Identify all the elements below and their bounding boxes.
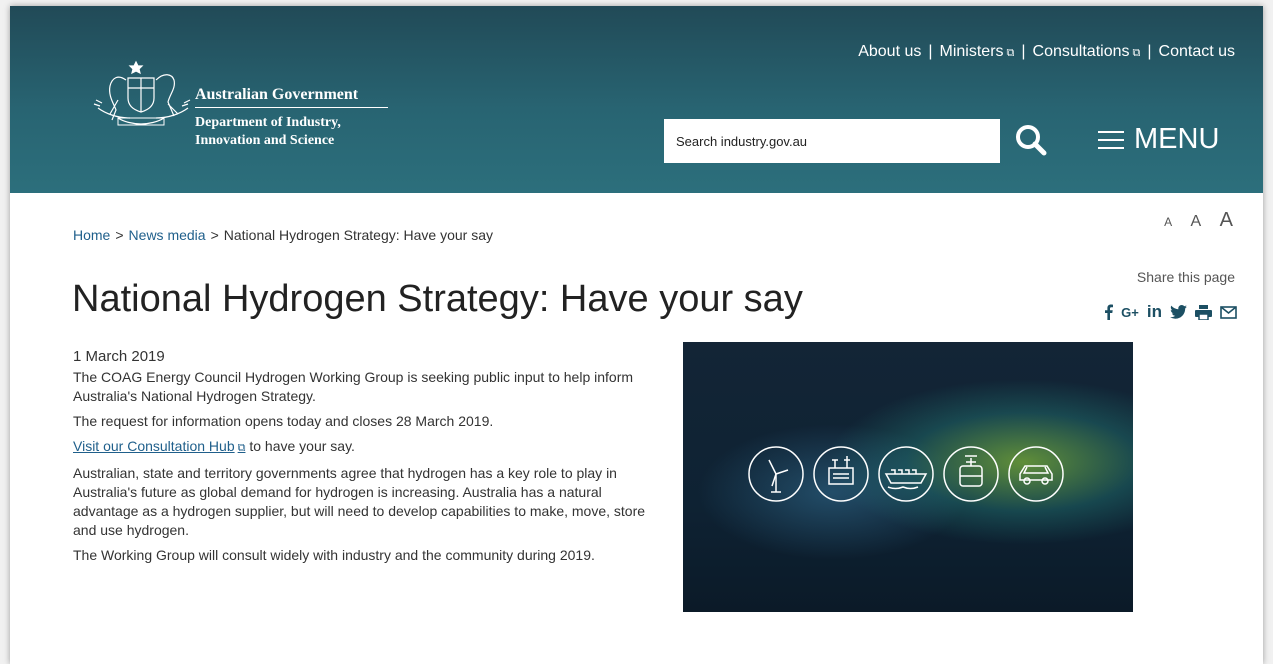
menu-label: MENU xyxy=(1134,123,1220,155)
text-size-small[interactable]: A xyxy=(1164,215,1172,229)
nav-ministers-label: Ministers xyxy=(939,43,1004,60)
breadcrumb-separator: > xyxy=(210,227,219,243)
breadcrumb-home[interactable]: Home xyxy=(73,227,110,243)
search-input[interactable] xyxy=(664,119,1000,163)
hero-image xyxy=(683,342,1133,612)
twitter-icon[interactable] xyxy=(1170,305,1187,319)
page-title: National Hydrogen Strategy: Have your sa… xyxy=(72,278,803,320)
electrolyser-icon xyxy=(813,446,869,502)
external-link-icon: ⧉ xyxy=(1006,47,1015,59)
wind-turbine-icon xyxy=(748,446,804,502)
breadcrumb-news-media[interactable]: News media xyxy=(129,227,206,243)
google-plus-icon[interactable]: G+ xyxy=(1121,305,1139,320)
article-body: 1 March 2019 The COAG Energy Council Hyd… xyxy=(73,347,663,571)
ship-icon xyxy=(878,446,934,502)
link-suffix: to have your say. xyxy=(245,438,355,454)
email-icon[interactable] xyxy=(1220,305,1237,319)
text-size-medium[interactable]: A xyxy=(1191,213,1202,230)
logo-divider xyxy=(195,107,388,108)
share-label: Share this page xyxy=(1136,269,1235,285)
coat-of-arms-icon xyxy=(93,60,191,126)
dept-name: Department of Industry, Innovation and S… xyxy=(195,115,341,148)
article-date: 1 March 2019 xyxy=(73,348,165,365)
nav-contact-us[interactable]: Contact us xyxy=(1159,43,1235,60)
share-icons: G+ in xyxy=(1096,302,1237,322)
breadcrumb-current: National Hydrogen Strategy: Have your sa… xyxy=(223,227,494,243)
consultation-hub-link[interactable]: Visit our Consultation Hub ⧉ xyxy=(73,438,245,454)
nav-about-us[interactable]: About us xyxy=(858,43,921,60)
external-link-icon: ⧉ xyxy=(1132,47,1141,59)
search-button[interactable] xyxy=(1013,122,1051,160)
breadcrumb: Home > News media > National Hydrogen Strate… xyxy=(73,227,493,243)
nav-consultations[interactable]: Consultations ⧉ xyxy=(1033,43,1141,60)
nav-separator: | xyxy=(928,43,933,60)
article-paragraph: The Working Group will consult widely wi… xyxy=(73,547,595,563)
print-icon[interactable] xyxy=(1195,304,1212,320)
article-paragraph: The request for information opens today … xyxy=(73,413,494,429)
consultation-hub-link-text: Visit our Consultation Hub xyxy=(73,438,235,454)
site-header: Australian Government Department of Indu… xyxy=(10,6,1263,193)
gov-logo[interactable]: Australian Government Department of Indu… xyxy=(88,60,418,150)
hamburger-icon xyxy=(1098,125,1124,155)
nav-separator: | xyxy=(1021,43,1026,60)
menu-button[interactable]: MENU xyxy=(1098,123,1219,156)
search-icon xyxy=(1016,125,1047,156)
article-paragraph: The COAG Energy Council Hydrogen Working… xyxy=(73,369,634,404)
facebook-icon[interactable] xyxy=(1104,304,1114,320)
car-icon xyxy=(1008,446,1064,502)
storage-tank-icon xyxy=(943,446,999,502)
top-navigation: About us | Ministers ⧉ | Consultations ⧉ | Conta… xyxy=(858,43,1235,61)
gov-name: Australian Government xyxy=(195,86,359,103)
text-size-controls: A A A xyxy=(1150,209,1233,232)
browser-page: Australian Government Department of Indu… xyxy=(10,6,1263,664)
breadcrumb-separator: > xyxy=(115,227,124,243)
nav-consultations-label: Consultations xyxy=(1032,43,1130,60)
linkedin-icon[interactable]: in xyxy=(1147,302,1162,322)
nav-separator: | xyxy=(1147,43,1152,60)
article-paragraph: Visit our Consultation Hub ⧉ to have your… xyxy=(73,437,663,458)
nav-ministers[interactable]: Ministers ⧉ xyxy=(940,43,1015,60)
text-size-large[interactable]: A xyxy=(1220,209,1233,231)
article-paragraph: Australian, state and territory governme… xyxy=(73,465,646,538)
